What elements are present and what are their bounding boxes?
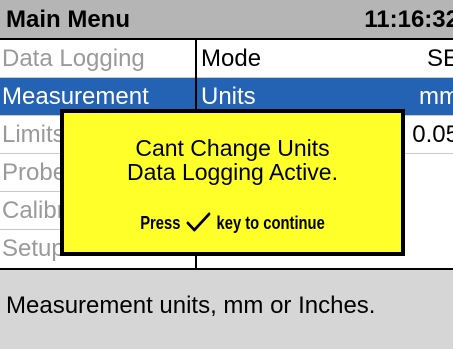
hint-suffix: key to continue <box>216 213 325 233</box>
title-bar: Main Menu 11:16:32 <box>0 0 453 40</box>
param-value: 0.05 <box>412 121 453 148</box>
device-screen: Main Menu 11:16:32 Data Logging Measurem… <box>0 0 453 349</box>
menu-title: Main Menu <box>6 6 130 33</box>
check-icon <box>186 212 211 237</box>
menu-item-label: Setup <box>2 235 65 262</box>
error-dialog: Cant Change Units Data Logging Active. P… <box>60 109 405 256</box>
dialog-message-line1: Cant Change Units <box>135 135 330 161</box>
param-value: SE <box>426 45 453 72</box>
menu-item-data-logging[interactable]: Data Logging <box>0 40 195 78</box>
dialog-message-line2: Data Logging Active. <box>127 159 338 185</box>
param-row-mode[interactable]: Mode SE <box>197 40 453 78</box>
param-label: Mode <box>201 45 262 72</box>
status-bar: Measurement units, mm or Inches. <box>0 268 453 349</box>
menu-item-label: Measurement <box>2 83 149 110</box>
menu-item-label: Limits <box>2 121 65 148</box>
menu-item-label: Data Logging <box>2 45 145 72</box>
dialog-hint: Press key to continue <box>94 212 370 237</box>
param-value: mm <box>419 83 453 110</box>
hint-prefix: Press <box>140 213 181 233</box>
clock: 11:16:32 <box>364 6 453 33</box>
menu-item-label: Probe <box>2 159 67 186</box>
help-text: Measurement units, mm or Inches. <box>6 292 376 319</box>
